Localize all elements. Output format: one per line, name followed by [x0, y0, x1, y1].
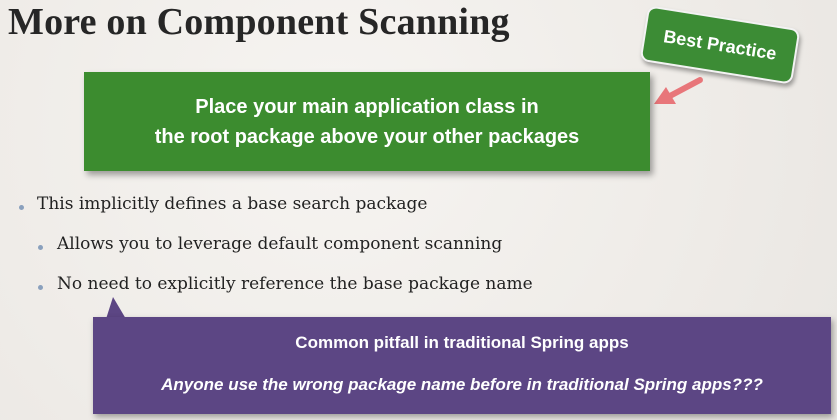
- badge-label: Best Practice: [662, 25, 778, 64]
- pitfall-question: Anyone use the wrong package name before…: [161, 375, 763, 394]
- slide-title: More on Component Scanning: [8, 1, 510, 43]
- bullet-dot: [38, 245, 43, 250]
- bullet-dot: [19, 205, 24, 210]
- best-practice-line-1: Place your main application class in: [195, 95, 539, 118]
- bullet-item-3: No need to explicitly reference the base…: [57, 274, 533, 294]
- bullet-item-1: This implicitly defines a base search pa…: [37, 194, 428, 214]
- best-practice-line-2: the root package above your other packag…: [154, 125, 580, 148]
- bullet-dot: [38, 285, 43, 290]
- pitfall-callout: Common pitfall in traditional Spring app…: [93, 317, 831, 414]
- callout-pointer: [106, 297, 126, 319]
- arrow-icon: [654, 77, 703, 104]
- best-practice-badge: Best Practice: [639, 5, 801, 85]
- best-practice-box: Place your main application class in the…: [84, 72, 650, 171]
- bullet-item-2: Allows you to leverage default component…: [57, 234, 503, 254]
- pitfall-heading: Common pitfall in traditional Spring app…: [295, 333, 629, 352]
